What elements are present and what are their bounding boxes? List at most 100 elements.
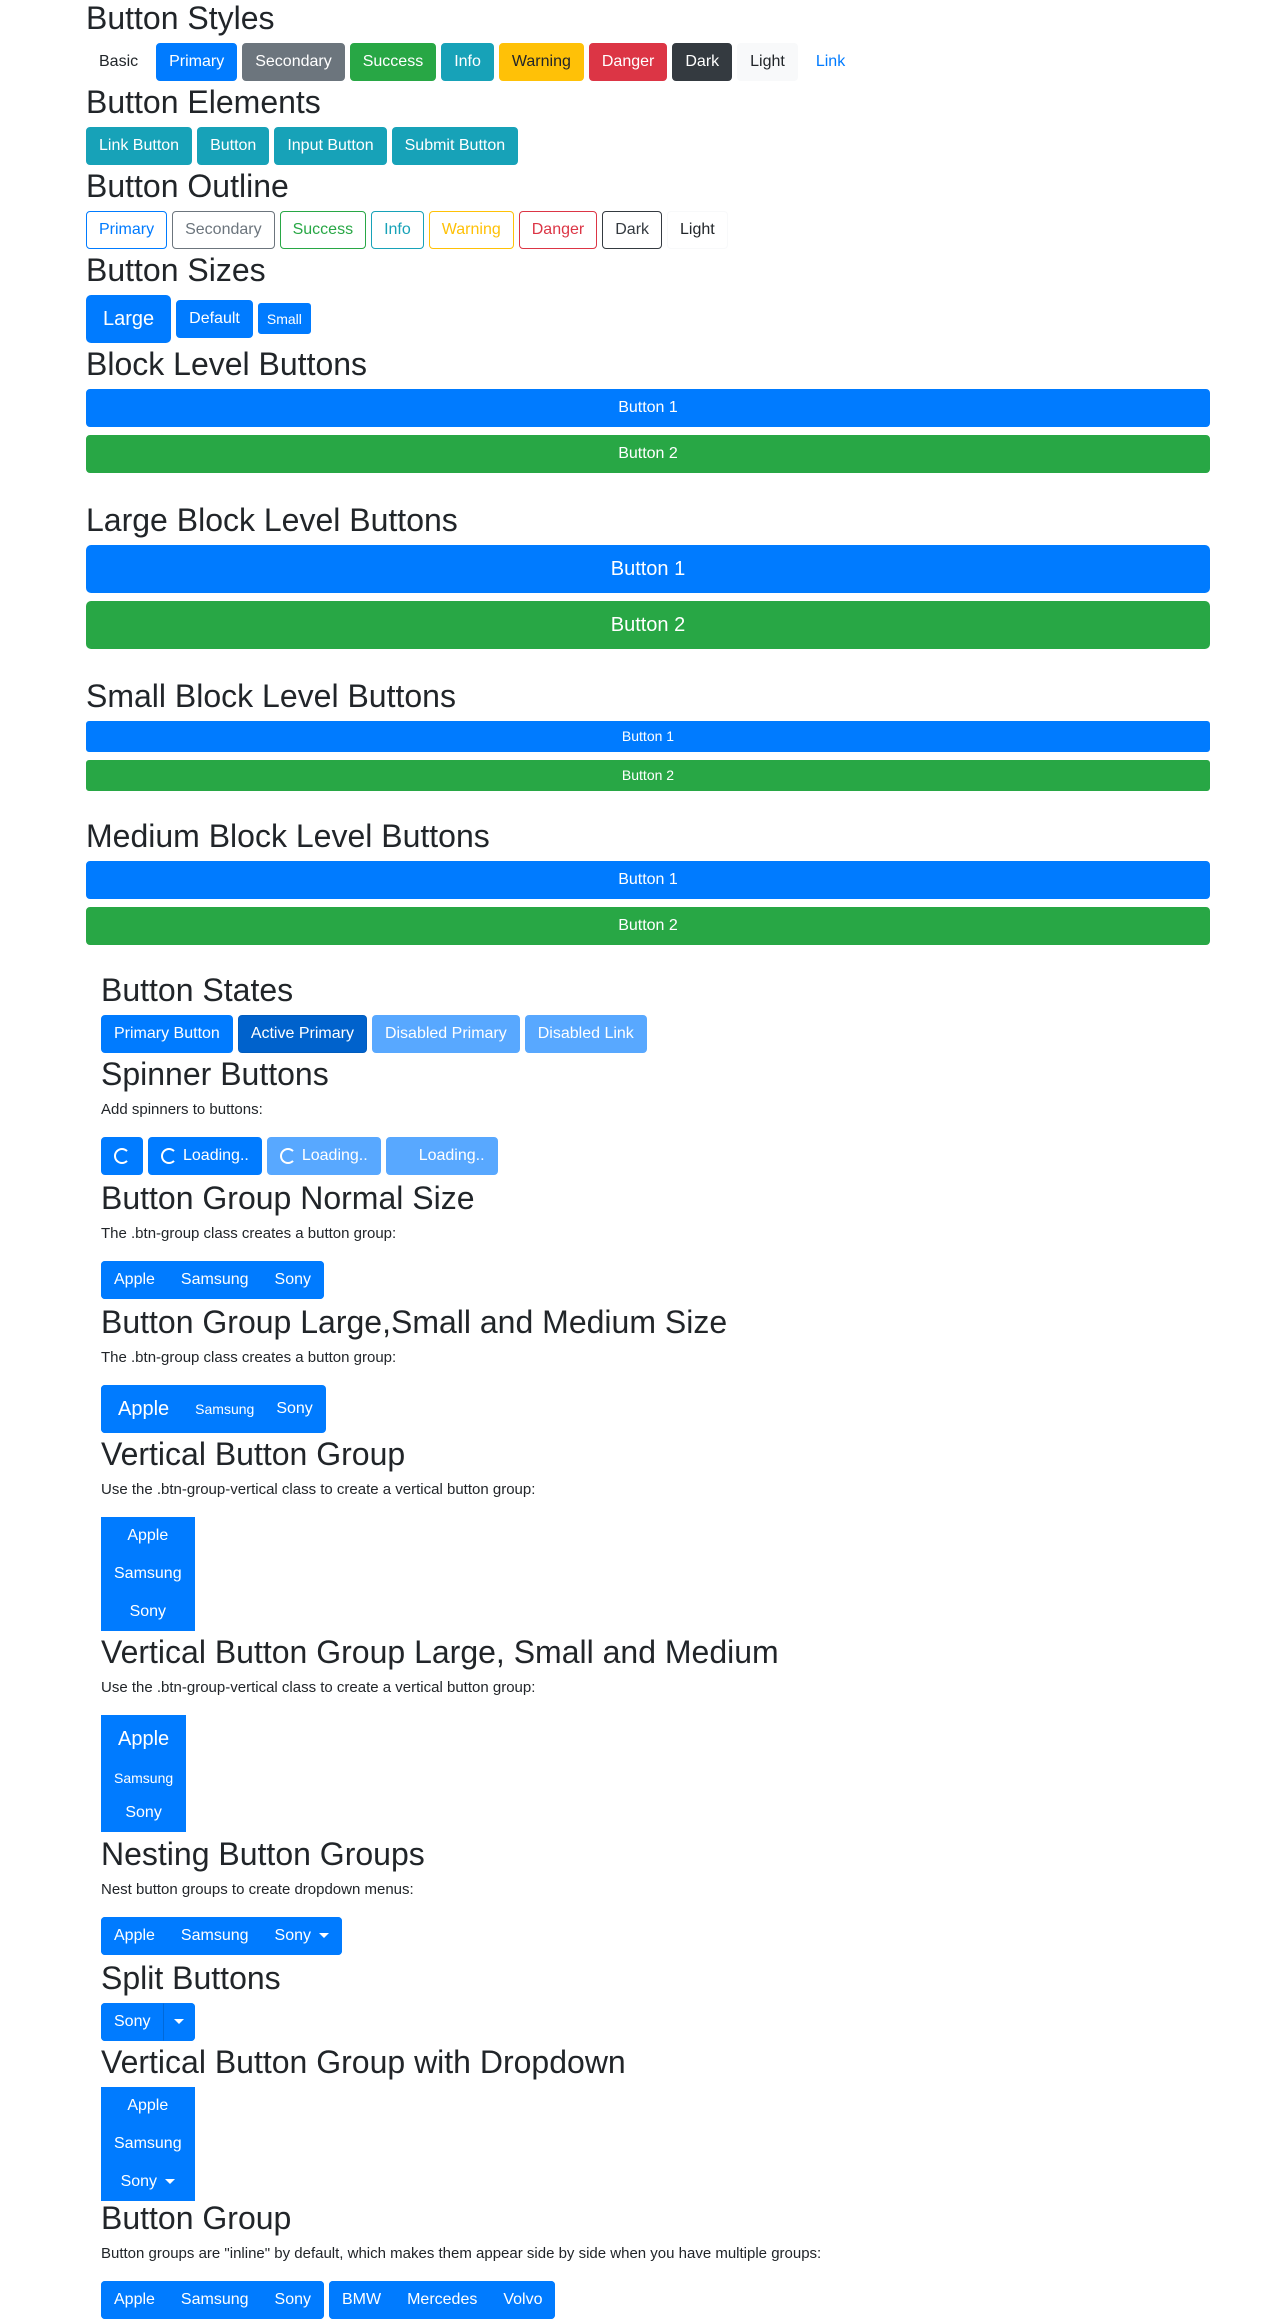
group-apple-button[interactable]: Apple	[101, 1260, 168, 1299]
button-group-sizes: Apple Samsung Sony	[101, 1384, 326, 1433]
outline-success-button[interactable]: Success	[279, 210, 367, 249]
large-block-button-2[interactable]: Button 2	[86, 600, 1210, 649]
info-button[interactable]: Info	[441, 42, 494, 81]
vertical-apple-button[interactable]: Apple	[101, 1516, 195, 1555]
medium-block-button-2[interactable]: Button 2	[86, 906, 1210, 945]
section-title-button-elements: Button Elements	[86, 84, 321, 120]
link-button[interactable]: Link	[803, 43, 858, 81]
disabled-primary-button: Disabled Primary	[371, 1014, 520, 1053]
primary-state-button[interactable]: Primary Button	[101, 1014, 233, 1053]
inline-apple-button[interactable]: Apple	[101, 2280, 168, 2319]
inline-group-cars: BMW Mercedes Volvo	[328, 2280, 556, 2319]
nested-samsung-button[interactable]: Samsung	[167, 1916, 262, 1955]
section-title-vertical-group: Vertical Button Group	[101, 1436, 406, 1472]
inline-volvo-button[interactable]: Volvo	[490, 2280, 556, 2319]
outline-info-button[interactable]: Info	[371, 210, 424, 249]
vertical-dd-samsung-button[interactable]: Samsung	[101, 2124, 195, 2163]
spinner-disabled-button: Loading..	[266, 1136, 381, 1175]
group-sony-button[interactable]: Sony	[261, 1260, 324, 1299]
warning-button[interactable]: Warning	[498, 42, 584, 81]
basic-button[interactable]: Basic	[86, 43, 151, 81]
medium-block-button-1[interactable]: Button 1	[86, 860, 1210, 899]
danger-button[interactable]: Danger	[588, 42, 668, 81]
outline-danger-button[interactable]: Danger	[518, 210, 598, 249]
section-title-medium-block-buttons: Medium Block Level Buttons	[86, 818, 490, 854]
section-title-nesting-groups: Nesting Button Groups	[101, 1836, 425, 1872]
success-button[interactable]: Success	[349, 42, 437, 81]
dropdown-label: Sony	[120, 2172, 158, 2190]
primary-button[interactable]: Primary	[156, 42, 238, 81]
block-button-1[interactable]: Button 1	[86, 388, 1210, 427]
vertical-group-description: Use the .btn-group-vertical class to cre…	[101, 1480, 536, 1498]
inline-mercedes-button[interactable]: Mercedes	[394, 2280, 491, 2319]
caret-down-icon	[318, 1933, 329, 1939]
button-group-normal: Apple Samsung Sony	[101, 1260, 324, 1299]
outline-primary-button[interactable]: Primary	[86, 210, 168, 249]
link-element-button[interactable]: Link Button	[86, 126, 193, 165]
small-button[interactable]: Small	[257, 303, 311, 335]
group-apple-large-button[interactable]: Apple	[101, 1384, 187, 1433]
vertical-samsung-small-button[interactable]: Samsung	[101, 1762, 187, 1794]
section-title-spinner-buttons: Spinner Buttons	[101, 1056, 329, 1092]
inline-bmw-button[interactable]: BMW	[328, 2280, 395, 2319]
nesting-description: Nest button groups to create dropdown me…	[101, 1880, 414, 1898]
spinner-icon	[279, 1147, 296, 1164]
outline-secondary-button[interactable]: Secondary	[172, 210, 275, 249]
spinner-description: Add spinners to buttons:	[101, 1100, 263, 1118]
light-button[interactable]: Light	[737, 42, 798, 81]
secondary-button[interactable]: Secondary	[242, 42, 345, 81]
vertical-samsung-button[interactable]: Samsung	[101, 1554, 195, 1593]
outline-dark-button[interactable]: Dark	[602, 210, 663, 249]
group-sony-medium-button[interactable]: Sony	[263, 1389, 326, 1428]
nested-sony-dropdown-button[interactable]: Sony	[261, 1916, 342, 1955]
dark-button[interactable]: Dark	[672, 42, 733, 81]
submit-element-button[interactable]: Submit Button	[391, 126, 519, 165]
vertical-button-group-sizes: Apple Samsung Sony	[101, 1714, 187, 1832]
spinner-loading-button[interactable]: Loading..	[148, 1136, 262, 1175]
outline-light-button[interactable]: Light	[667, 210, 728, 249]
nested-button-group: Apple Samsung Sony	[101, 1916, 342, 1955]
inline-sony-button[interactable]: Sony	[261, 2280, 324, 2319]
large-block-button-1[interactable]: Button 1	[86, 544, 1210, 593]
vertical-sony-medium-button[interactable]: Sony	[101, 1793, 187, 1832]
section-title-button-sizes: Button Sizes	[86, 252, 266, 288]
default-button[interactable]: Default	[176, 299, 253, 338]
small-block-button-2[interactable]: Button 2	[86, 759, 1210, 791]
active-primary-button[interactable]: Active Primary	[237, 1014, 367, 1053]
split-sony-button[interactable]: Sony	[101, 2002, 164, 2041]
group-samsung-small-button[interactable]: Samsung	[186, 1393, 264, 1425]
vertical-sony-button[interactable]: Sony	[101, 1592, 195, 1631]
section-title-group-sizes: Button Group Large,Small and Medium Size	[101, 1304, 728, 1340]
spinner-only-button[interactable]	[101, 1136, 143, 1175]
split-button-group: Sony	[101, 2002, 196, 2041]
small-block-button-1[interactable]: Button 1	[86, 720, 1210, 752]
split-dropdown-toggle[interactable]	[163, 2002, 196, 2041]
section-title-block-buttons: Block Level Buttons	[86, 346, 368, 382]
group-normal-description: The .btn-group class creates a button gr…	[101, 1224, 397, 1242]
caret-down-icon	[174, 2019, 185, 2025]
section-title-group-normal: Button Group Normal Size	[101, 1180, 475, 1216]
vertical-dd-sony-dropdown-button[interactable]: Sony	[101, 2162, 195, 2201]
large-button[interactable]: Large	[86, 294, 172, 343]
spinner-icon	[114, 1147, 130, 1164]
vertical-apple-large-button[interactable]: Apple	[101, 1714, 187, 1763]
outline-warning-button[interactable]: Warning	[428, 210, 514, 249]
section-title-small-block-buttons: Small Block Level Buttons	[86, 678, 456, 714]
input-element-button[interactable]: Input Button	[274, 126, 387, 165]
inline-samsung-button[interactable]: Samsung	[167, 2280, 262, 2319]
loading-label: Loading..	[183, 1146, 249, 1164]
section-title-button-states: Button States	[101, 972, 294, 1008]
vertical-dd-apple-button[interactable]: Apple	[101, 2086, 195, 2125]
button-element-button[interactable]: Button	[197, 126, 270, 165]
grow-loading-button: Loading..	[385, 1136, 498, 1175]
dropdown-label: Sony	[274, 1926, 311, 1944]
group-samsung-button[interactable]: Samsung	[167, 1260, 262, 1299]
block-button-2[interactable]: Button 2	[86, 434, 1210, 473]
loading-label: Loading..	[301, 1146, 368, 1164]
section-title-vertical-dropdown: Vertical Button Group with Dropdown	[101, 2044, 626, 2080]
button-group-description: Button groups are "inline" by default, w…	[101, 2244, 822, 2262]
section-title-split-buttons: Split Buttons	[101, 1960, 281, 1996]
nested-apple-button[interactable]: Apple	[101, 1916, 168, 1955]
vertical-sizes-description: Use the .btn-group-vertical class to cre…	[101, 1678, 536, 1696]
section-title-large-block-buttons: Large Block Level Buttons	[86, 502, 458, 538]
